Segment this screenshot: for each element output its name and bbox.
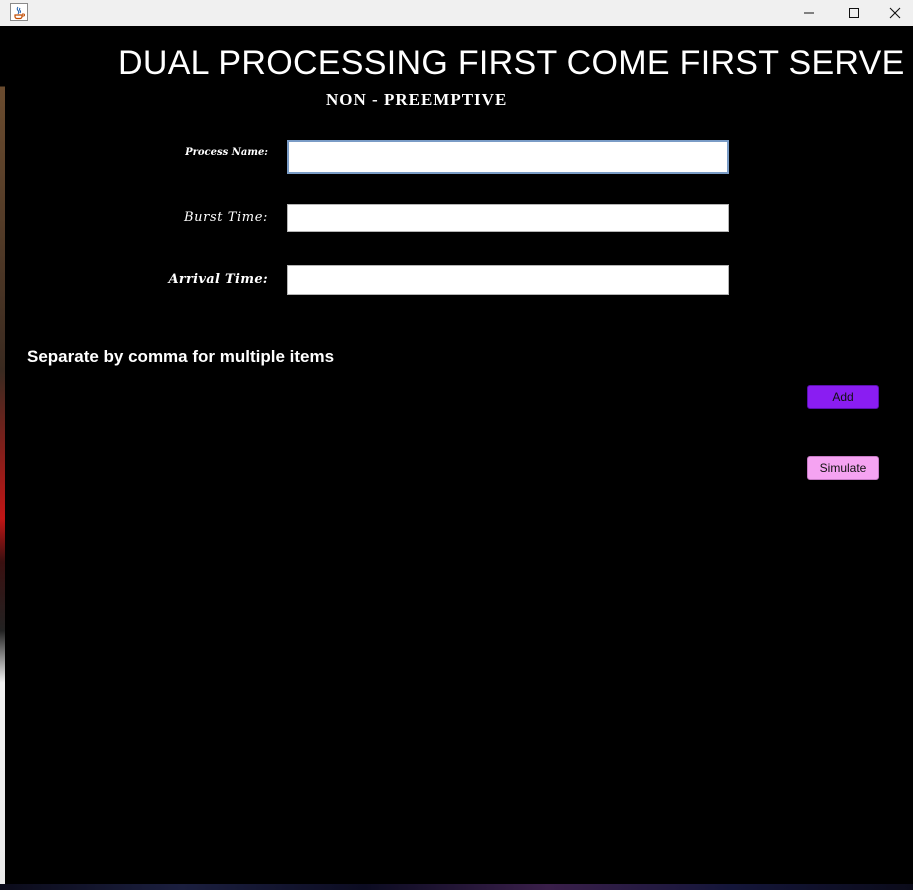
title-bar — [0, 0, 913, 26]
process-name-input[interactable] — [287, 140, 729, 174]
page-title: DUAL PROCESSING FIRST COME FIRST SERVE — [118, 44, 905, 82]
burst-time-label: Burst Time: — [184, 210, 268, 225]
maximize-icon — [849, 8, 859, 18]
add-button[interactable]: Add — [807, 385, 879, 409]
close-button[interactable] — [876, 0, 913, 26]
java-cup-icon[interactable] — [10, 3, 28, 21]
window-edge-bottom — [0, 884, 913, 890]
simulate-button[interactable]: Simulate — [807, 456, 879, 480]
maximize-button[interactable] — [831, 0, 877, 26]
page-subtitle: NON - PREEMPTIVE — [326, 90, 508, 109]
comma-hint-text: Separate by comma for multiple items — [27, 347, 335, 366]
close-icon — [889, 7, 900, 19]
minimize-button[interactable] — [786, 0, 832, 26]
window-edge-left — [0, 26, 5, 890]
process-name-label: Process Name: — [185, 147, 268, 158]
arrival-time-input[interactable] — [287, 265, 729, 295]
app-window: DUAL PROCESSING FIRST COME FIRST SERVE N… — [0, 0, 913, 890]
minimize-icon — [804, 12, 814, 14]
burst-time-input[interactable] — [287, 204, 729, 232]
arrival-time-label: Arrival Time: — [168, 272, 268, 287]
